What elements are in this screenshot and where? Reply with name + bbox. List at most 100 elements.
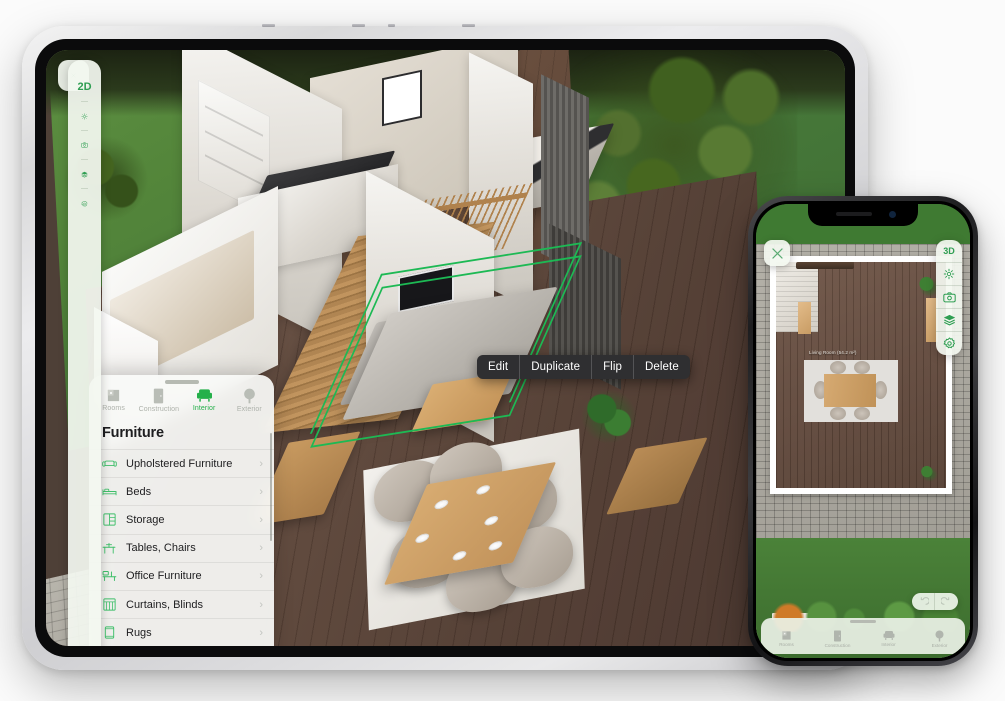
- plan-chair: [830, 361, 846, 374]
- plan-room-label: Living Room (54.2 m²): [809, 350, 857, 355]
- tablet-button: [352, 24, 365, 27]
- tablet-button: [388, 24, 395, 27]
- phone-tab-bar[interactable]: Rooms Construction Interior Exterior: [761, 618, 965, 654]
- history-controls[interactable]: [912, 593, 958, 610]
- chevron-right-icon: ›: [259, 598, 263, 611]
- plan-cabinet: [798, 302, 811, 334]
- list-item-curtains-blinds[interactable]: Curtains, Blinds ›: [89, 591, 274, 620]
- context-menu-duplicate[interactable]: Duplicate: [520, 355, 593, 379]
- phone-settings-button[interactable]: [936, 332, 962, 355]
- tablet-device-frame: 2D Edit Duplicate Flip Delete Rooms Cons…: [22, 24, 868, 670]
- tab-construction[interactable]: Construction: [136, 388, 181, 413]
- list-item-label: Storage: [126, 513, 165, 526]
- tab-label: Interior: [881, 642, 896, 647]
- list-item-label: Upholstered Furniture: [126, 457, 233, 470]
- tab-label: Rooms: [779, 642, 794, 647]
- speaker-grille: [836, 212, 872, 216]
- phone-view-toolbar[interactable]: 3D: [936, 240, 962, 355]
- phone-tab-exterior[interactable]: Exterior: [914, 630, 965, 648]
- table-chairs-icon: [101, 542, 117, 555]
- panel-scrollbar[interactable]: [269, 433, 272, 541]
- list-item-rugs[interactable]: Rugs ›: [89, 619, 274, 646]
- context-menu-flip[interactable]: Flip: [592, 355, 634, 379]
- settings-button[interactable]: [81, 189, 88, 218]
- view-mode-toggle-button[interactable]: 2D: [77, 73, 92, 102]
- tree-icon: [244, 388, 255, 404]
- rug-icon: [101, 626, 117, 639]
- layers-icon: [81, 171, 88, 177]
- tab-label: Construction: [824, 642, 851, 648]
- chevron-right-icon: ›: [259, 570, 263, 583]
- furniture-library-panel[interactable]: Rooms Construction Interior Exterior Fur…: [89, 375, 274, 646]
- sofa-icon: [101, 458, 117, 469]
- panel-drag-handle[interactable]: [850, 620, 876, 623]
- screenshot-stage: 2D Edit Duplicate Flip Delete Rooms Cons…: [0, 0, 1005, 701]
- camera-icon: [81, 142, 88, 148]
- tab-label: Rooms: [102, 405, 125, 412]
- phone-screen: Living Room (54.2 m²) 3D Rooms Construct…: [756, 204, 970, 658]
- gear-icon: [943, 337, 955, 349]
- camera-button[interactable]: [81, 131, 88, 160]
- redo-button[interactable]: [935, 593, 958, 610]
- phone-tab-construction[interactable]: Construction: [812, 630, 863, 648]
- plan-sofa: [796, 262, 854, 269]
- list-item-storage[interactable]: Storage ›: [89, 506, 274, 535]
- tab-label: Construction: [138, 406, 180, 413]
- plan-chair: [854, 361, 870, 374]
- phone-notch: [808, 204, 918, 226]
- layers-icon: [943, 314, 955, 326]
- phone-view-mode-toggle-button[interactable]: 3D: [936, 240, 962, 263]
- phone-close-button[interactable]: [764, 240, 790, 266]
- tablet-button: [262, 24, 275, 27]
- list-item-label: Office Furniture: [126, 570, 202, 583]
- tab-label: Exterior: [236, 406, 262, 413]
- compass-orbit-icon: [943, 268, 955, 280]
- list-item-beds[interactable]: Beds ›: [89, 478, 274, 507]
- plan-kitchen: [776, 262, 818, 332]
- tab-interior[interactable]: Interior: [182, 388, 227, 413]
- undo-button[interactable]: [912, 593, 935, 610]
- tree-icon: [935, 630, 944, 641]
- orbit-button[interactable]: [81, 102, 88, 131]
- rooms-icon: [108, 389, 120, 402]
- plan-plant: [918, 464, 940, 484]
- context-menu-delete[interactable]: Delete: [634, 355, 690, 379]
- phone-tab-interior[interactable]: Interior: [863, 630, 914, 647]
- object-context-menu[interactable]: Edit Duplicate Flip Delete: [477, 355, 690, 379]
- chevron-right-icon: ›: [259, 457, 263, 470]
- bed-icon: [101, 486, 117, 497]
- phone-bezel: Living Room (54.2 m²) 3D Rooms Construct…: [753, 201, 973, 661]
- construction-icon: [834, 630, 841, 641]
- phone-layers-button[interactable]: [936, 309, 962, 332]
- furniture-category-list[interactable]: Upholstered Furniture › Beds › Storage ›…: [89, 449, 274, 646]
- rooms-icon: [782, 631, 791, 640]
- potted-plant: [573, 377, 646, 456]
- desk-icon: [101, 570, 117, 582]
- plan-house-outline: Living Room (54.2 m²): [770, 256, 952, 494]
- armchair-icon: [883, 631, 894, 640]
- view-mode-label: 3D: [943, 246, 955, 256]
- phone-camera-button[interactable]: [936, 286, 962, 309]
- chevron-right-icon: ›: [259, 513, 263, 526]
- tab-label: Interior: [192, 405, 216, 412]
- list-item-upholstered-furniture[interactable]: Upholstered Furniture ›: [89, 450, 274, 479]
- phone-tab-rooms[interactable]: Rooms: [761, 630, 812, 647]
- context-menu-edit[interactable]: Edit: [477, 355, 521, 379]
- chevron-right-icon: ›: [259, 485, 263, 498]
- list-item-office-furniture[interactable]: Office Furniture ›: [89, 563, 274, 591]
- curtains-icon: [101, 598, 117, 611]
- layers-button[interactable]: [81, 160, 88, 189]
- tab-exterior[interactable]: Exterior: [227, 388, 272, 413]
- gear-icon: [81, 200, 88, 207]
- phone-device-frame: Living Room (54.2 m²) 3D Rooms Construct…: [748, 196, 978, 666]
- undo-icon: [920, 597, 929, 605]
- panel-title: Furniture: [102, 425, 164, 441]
- tablet-view-toolbar[interactable]: 2D: [68, 60, 101, 646]
- panel-tab-bar[interactable]: Rooms Construction Interior Exterior: [89, 384, 274, 418]
- tablet-bezel: 2D Edit Duplicate Flip Delete Rooms Cons…: [35, 39, 855, 657]
- tablet-button: [462, 24, 475, 27]
- front-camera: [889, 211, 896, 218]
- list-item-tables-chairs[interactable]: Tables, Chairs ›: [89, 535, 274, 563]
- phone-orbit-button[interactable]: [936, 263, 962, 286]
- redo-icon: [941, 597, 950, 605]
